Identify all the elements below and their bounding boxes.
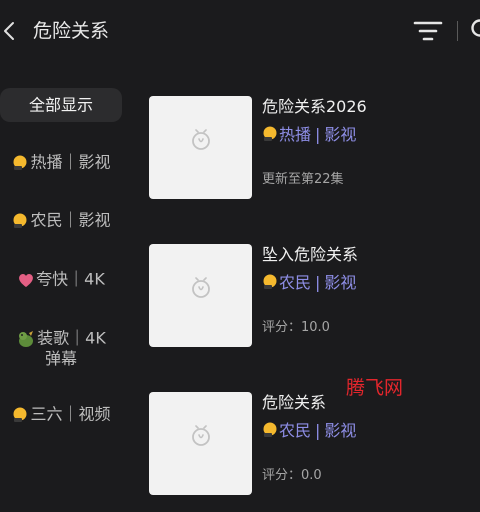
tag-separator: | bbox=[315, 421, 320, 440]
sidebar-item-label: 全部显示 bbox=[29, 96, 93, 115]
bulb-icon bbox=[261, 421, 279, 439]
sidebar-item-rebo[interactable]: 热播｜影视 bbox=[0, 152, 122, 173]
result-card[interactable]: 危险关系 农民|影视 评分：0.0 bbox=[149, 392, 479, 512]
poster-thumbnail[interactable] bbox=[149, 244, 252, 347]
search-icon bbox=[467, 16, 480, 44]
tag-separator: | bbox=[315, 125, 320, 144]
result-card[interactable]: 危险关系2026 热播|影视 更新至第22集 bbox=[149, 96, 479, 216]
sidebar-item-sublabel: 弹幕 bbox=[0, 349, 122, 369]
result-title[interactable]: 危险关系 bbox=[262, 392, 326, 414]
result-source-tag: 农民|影视 bbox=[261, 420, 356, 442]
back-button[interactable] bbox=[0, 16, 22, 46]
bulb-icon bbox=[261, 273, 279, 291]
result-card[interactable]: 坠入危险关系 农民|影视 评分：10.0 bbox=[149, 244, 479, 364]
result-category: 影视 bbox=[324, 273, 356, 292]
result-meta: 评分：10.0 bbox=[262, 319, 330, 337]
dragon-icon bbox=[16, 329, 36, 349]
sidebar-item-nongmin[interactable]: 农民｜影视 bbox=[0, 210, 122, 231]
sidebar-item-label: 夸快｜4K bbox=[36, 270, 105, 289]
sidebar-item-sanliu[interactable]: 三六｜视频 bbox=[0, 404, 122, 425]
page-title: 危险关系 bbox=[33, 18, 109, 44]
sidebar-item-label: 农民｜影视 bbox=[30, 211, 110, 230]
sidebar-item-label: 热播｜影视 bbox=[30, 153, 110, 172]
poster-thumbnail[interactable] bbox=[149, 392, 252, 495]
sidebar-item-kuakuai[interactable]: 夸快｜4K bbox=[0, 269, 122, 290]
result-title[interactable]: 坠入危险关系 bbox=[262, 244, 358, 266]
tag-separator: | bbox=[315, 273, 320, 292]
result-source-tag: 热播|影视 bbox=[261, 124, 356, 146]
bulb-icon bbox=[11, 212, 29, 230]
result-category: 影视 bbox=[324, 421, 356, 440]
watermark: 腾飞网 bbox=[346, 373, 403, 400]
bulb-icon bbox=[11, 154, 29, 172]
filter-icon bbox=[413, 18, 443, 44]
placeholder-icon bbox=[190, 425, 212, 447]
result-category: 影视 bbox=[324, 125, 356, 144]
result-source-tag: 农民|影视 bbox=[261, 272, 356, 294]
sidebar-item-label: 三六｜视频 bbox=[30, 405, 110, 424]
result-source: 热播 bbox=[279, 125, 311, 144]
source-sidebar: 全部显示 热播｜影视 农民｜影视 夸快｜4K 装歌｜4K 弹幕 bbox=[0, 86, 126, 488]
placeholder-icon bbox=[190, 129, 212, 151]
placeholder-icon bbox=[190, 277, 212, 299]
sidebar-item-label: 装歌｜4K bbox=[37, 329, 106, 348]
bulb-icon bbox=[261, 125, 279, 143]
result-meta: 评分：0.0 bbox=[262, 467, 322, 485]
heart-icon bbox=[17, 271, 35, 289]
sidebar-item-all[interactable]: 全部显示 bbox=[0, 88, 122, 122]
top-bar: 危险关系 bbox=[0, 0, 480, 62]
header-divider bbox=[457, 21, 458, 41]
search-button[interactable] bbox=[467, 16, 480, 44]
result-meta: 更新至第22集 bbox=[262, 171, 344, 189]
sidebar-item-zhuangge[interactable]: 装歌｜4K 弹幕 bbox=[0, 328, 122, 369]
result-title[interactable]: 危险关系2026 bbox=[262, 96, 367, 118]
bulb-icon bbox=[11, 406, 29, 424]
result-source: 农民 bbox=[279, 273, 311, 292]
poster-thumbnail[interactable] bbox=[149, 96, 252, 199]
filter-button[interactable] bbox=[413, 18, 443, 44]
result-source: 农民 bbox=[279, 421, 311, 440]
chevron-left-icon bbox=[0, 16, 22, 46]
